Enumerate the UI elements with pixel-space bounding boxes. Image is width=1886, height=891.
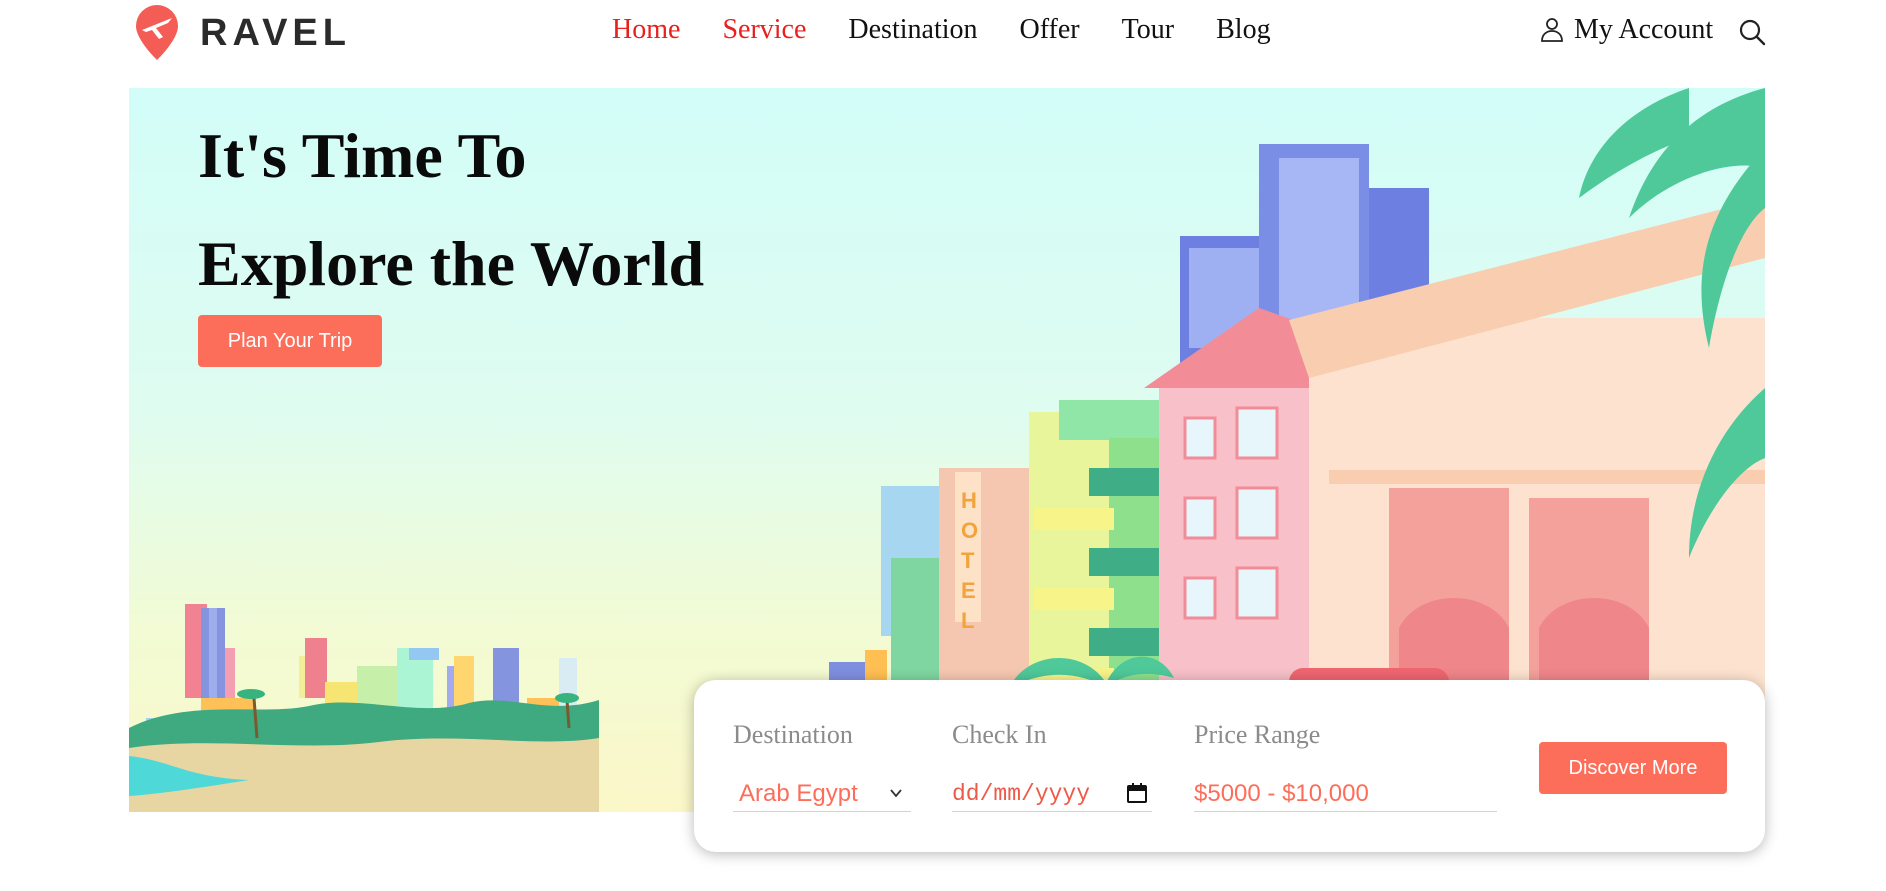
- calendar-icon[interactable]: [1126, 782, 1148, 804]
- hero-title: It's Time To Explore the World: [198, 102, 704, 318]
- my-account-label: My Account: [1574, 14, 1714, 45]
- svg-text:L: L: [961, 608, 974, 633]
- svg-text:H: H: [961, 488, 977, 513]
- nav-blog[interactable]: Blog: [1216, 14, 1270, 46]
- svg-text:O: O: [961, 518, 978, 543]
- user-icon: [1541, 18, 1563, 42]
- price-range-input[interactable]: $5000 - $10,000: [1194, 776, 1497, 812]
- svg-text:E: E: [961, 578, 976, 603]
- nav-destination[interactable]: Destination: [848, 14, 977, 46]
- check-in-field: Check In dd/mm/yyyy: [952, 720, 1152, 812]
- discover-more-button[interactable]: Discover More: [1539, 742, 1727, 794]
- main-nav: Home Service Destination Offer Tour Blog: [612, 14, 1271, 46]
- destination-field: Destination Arab Egypt: [733, 720, 911, 812]
- nav-home[interactable]: Home: [612, 14, 680, 46]
- brand-logo[interactable]: RAVEL: [128, 4, 351, 62]
- price-range-field: Price Range $5000 - $10,000: [1194, 720, 1497, 812]
- plane-pin-logo-icon: [136, 5, 178, 60]
- check-in-placeholder: dd/mm/yyyy: [952, 780, 1091, 807]
- destination-selected-value: Arab Egypt: [739, 779, 858, 807]
- hero-title-line-1: It's Time To: [198, 120, 527, 191]
- nav-offer[interactable]: Offer: [1020, 14, 1080, 46]
- search-icon[interactable]: [1738, 18, 1766, 46]
- site-header: RAVEL Home Service Destination Offer Tou…: [0, 0, 1886, 88]
- my-account-link[interactable]: My Account: [1540, 14, 1713, 46]
- svg-text:T: T: [961, 548, 975, 573]
- price-range-label: Price Range: [1194, 720, 1321, 749]
- chevron-down-icon: [890, 789, 902, 798]
- destination-label: Destination: [733, 720, 853, 749]
- check-in-date-input[interactable]: dd/mm/yyyy: [952, 776, 1152, 812]
- check-in-label: Check In: [952, 720, 1047, 749]
- destination-select[interactable]: Arab Egypt: [733, 776, 911, 812]
- nav-service[interactable]: Service: [722, 14, 806, 46]
- plan-your-trip-button[interactable]: Plan Your Trip: [198, 315, 382, 367]
- hero-title-line-2: Explore the World: [198, 228, 705, 299]
- nav-tour[interactable]: Tour: [1122, 14, 1174, 46]
- brand-name: RAVEL: [200, 11, 351, 54]
- booking-search-card: Destination Arab Egypt Check In dd/mm/yy…: [694, 680, 1765, 852]
